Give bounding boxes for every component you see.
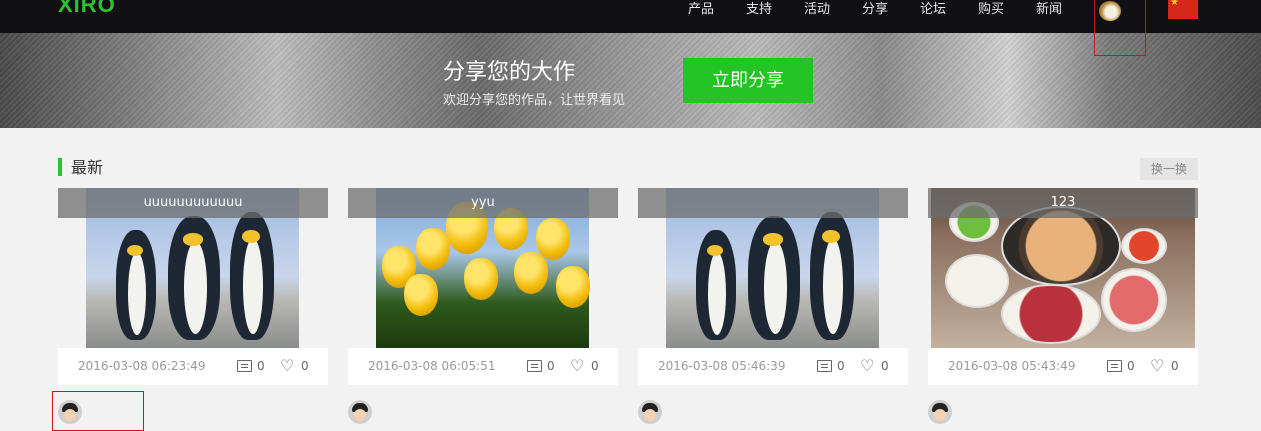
comment-count: 0 [257,359,265,373]
work-card[interactable]: uuuuuuuuuuuu 2016-03-08 06:23:49 0 ♡ 0 [58,188,328,424]
post-date: 2016-03-08 06:23:49 [78,359,206,373]
card-footer: 2016-03-08 05:43:49 0 ♡ 0 [928,348,1198,385]
nav-item-buy[interactable]: 购买 [962,0,1020,20]
work-caption: 123 [928,188,1198,218]
work-caption [638,188,908,218]
section-accent-bar [58,158,62,176]
star-icon: ★ [1170,0,1179,8]
author-avatar[interactable] [638,400,662,424]
avatar [1099,1,1121,21]
work-card[interactable]: 123 2016-03-08 05:43:49 0 ♡ 0 [928,188,1198,424]
post-date: 2016-03-08 05:43:49 [948,359,1076,373]
selection-highlight [52,391,144,431]
top-nav-bar: XIRO 产品 支持 活动 分享 论坛 购买 新闻 ★ [0,0,1261,56]
nav-item-events[interactable]: 活动 [788,0,846,20]
comment-count: 0 [1127,359,1135,373]
comment-icon[interactable] [817,360,832,372]
work-card[interactable]: yyu 2016-03-08 06:05:51 0 ♡ 0 [348,188,618,424]
comment-icon[interactable] [527,360,542,372]
card-footer: 2016-03-08 06:05:51 0 ♡ 0 [348,348,618,385]
heart-icon[interactable]: ♡ [1150,357,1164,375]
author-avatar[interactable] [348,400,372,424]
refresh-button[interactable]: 换一换 [1140,158,1198,180]
comment-icon[interactable] [1107,360,1122,372]
main-nav: 产品 支持 活动 分享 论坛 购买 新闻 [672,0,1078,20]
section-title: 最新 [71,158,104,177]
china-flag-icon[interactable]: ★ [1168,0,1198,19]
author-avatar[interactable] [928,400,952,424]
banner-title: 分享您的大作 [443,60,576,85]
work-caption: yyu [348,188,618,218]
post-date: 2016-03-08 05:46:39 [658,359,786,373]
heart-icon[interactable]: ♡ [570,357,584,375]
like-count: 0 [881,359,889,373]
nav-item-news[interactable]: 新闻 [1020,0,1078,20]
work-card[interactable]: 2016-03-08 05:46:39 0 ♡ 0 [638,188,908,424]
comment-icon[interactable] [237,360,252,372]
user-avatar-menu[interactable] [1094,0,1146,56]
banner-subtitle: 欢迎分享您的作品，让世界看见 [443,93,626,108]
work-caption: uuuuuuuuuuuu [58,188,328,218]
comment-count: 0 [547,359,555,373]
card-footer: 2016-03-08 05:46:39 0 ♡ 0 [638,348,908,385]
nav-item-forum[interactable]: 论坛 [904,0,962,20]
xiro-logo[interactable]: XIRO [58,0,116,18]
share-banner: 分享您的大作 欢迎分享您的作品，让世界看见 立即分享 [0,33,1261,128]
like-count: 0 [1171,359,1179,373]
like-count: 0 [301,359,309,373]
share-now-button[interactable]: 立即分享 [683,58,813,103]
nav-item-products[interactable]: 产品 [672,0,730,20]
heart-icon[interactable]: ♡ [280,357,294,375]
card-footer: 2016-03-08 06:23:49 0 ♡ 0 [58,348,328,385]
like-count: 0 [591,359,599,373]
comment-count: 0 [837,359,845,373]
nav-item-share[interactable]: 分享 [846,0,904,20]
nav-item-support[interactable]: 支持 [730,0,788,20]
heart-icon[interactable]: ♡ [860,357,874,375]
post-date: 2016-03-08 06:05:51 [368,359,496,373]
